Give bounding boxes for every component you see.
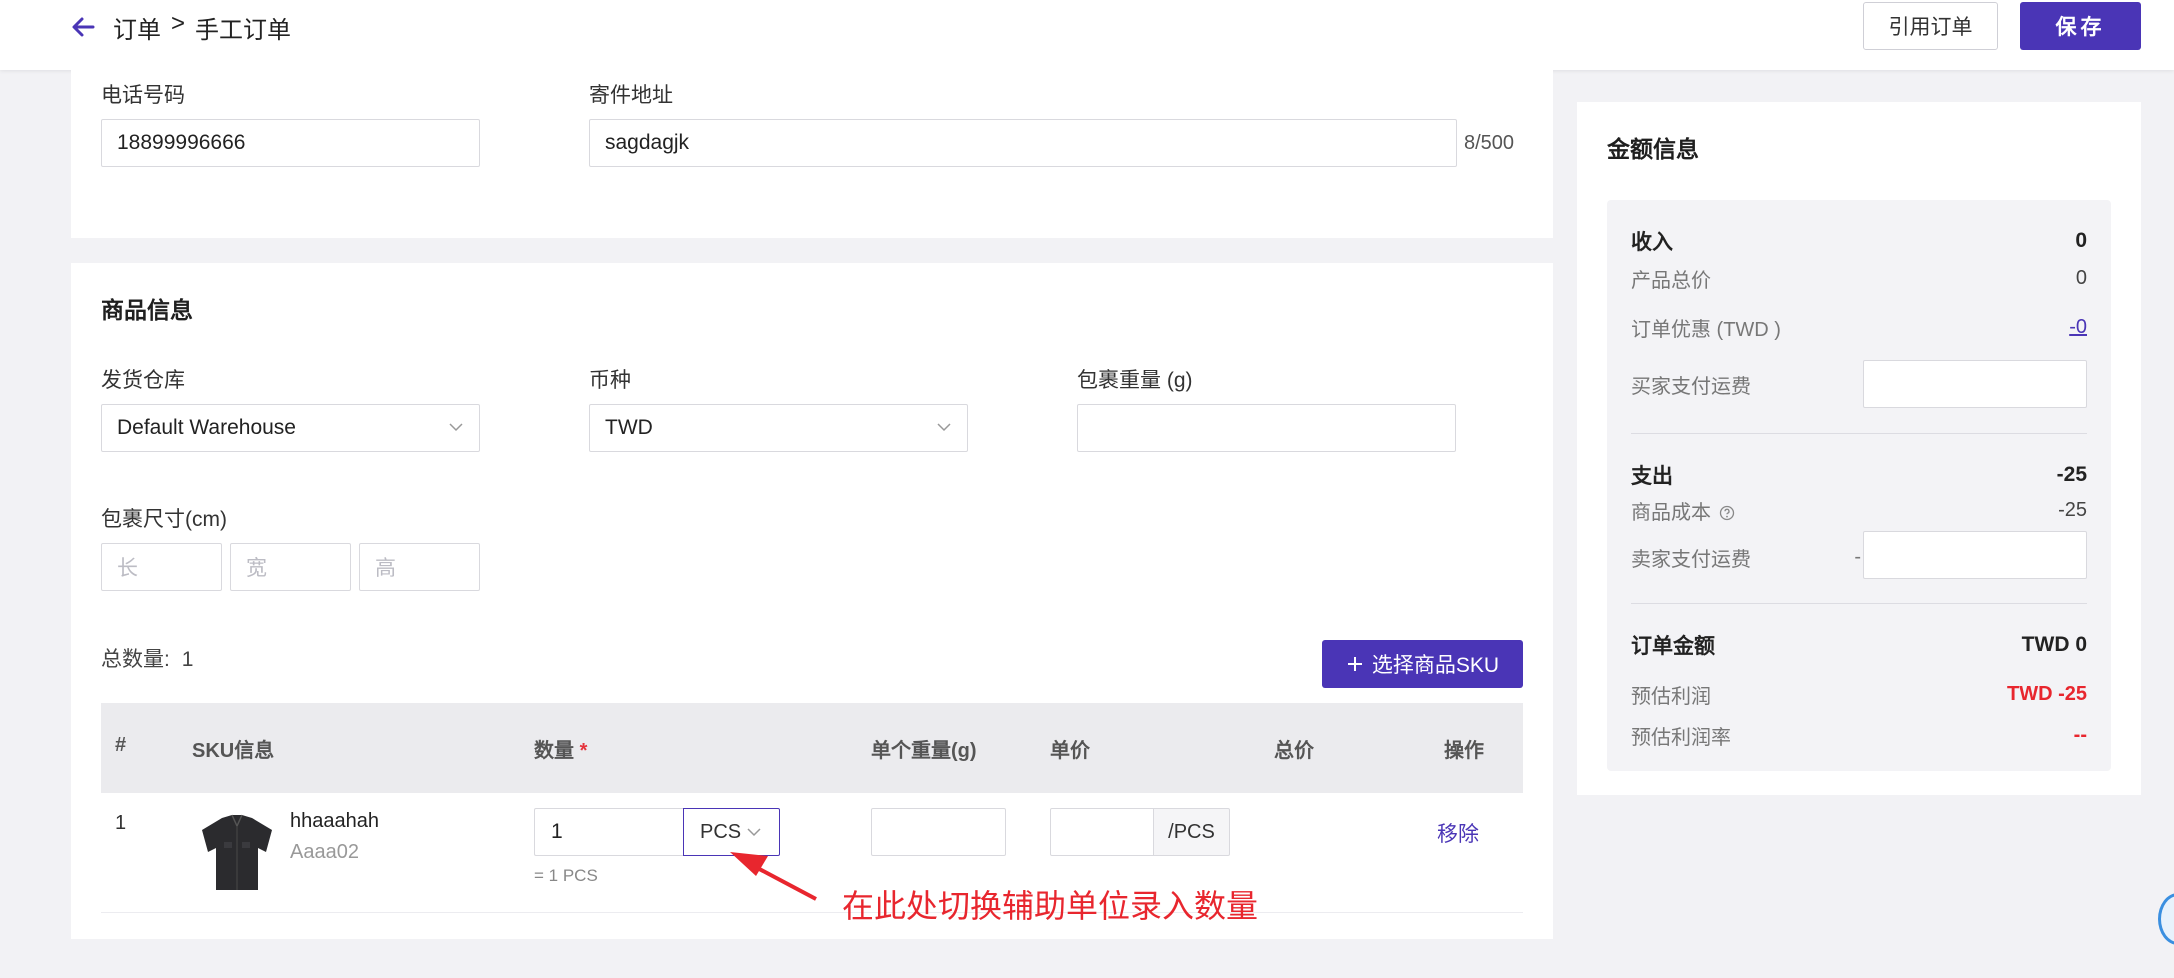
row-divider xyxy=(101,912,1523,913)
estimated-margin-value: -- xyxy=(2073,724,2087,746)
col-quantity: 数量 * xyxy=(534,734,587,763)
cost-value: -25 xyxy=(2058,499,2087,521)
package-weight-label: 包裹重量 (g) xyxy=(1077,369,1193,392)
total-quantity-value: 1 xyxy=(181,648,194,671)
address-input[interactable]: sagdagjk xyxy=(589,119,1457,167)
discount-value-link[interactable]: -0 xyxy=(2069,316,2087,339)
address-label: 寄件地址 xyxy=(589,84,673,107)
unit-price-input[interactable] xyxy=(1050,808,1154,856)
col-unit-weight: 单个重量(g) xyxy=(871,740,977,762)
discount-row: 订单优惠 (TWD ) -0 xyxy=(1631,313,2087,342)
save-button[interactable]: 保存 xyxy=(2020,2,2141,50)
income-value: 0 xyxy=(2075,229,2087,252)
phone-label: 电话号码 xyxy=(101,84,185,107)
unit-weight-input[interactable] xyxy=(871,808,1006,856)
estimated-profit-row: 预估利润 TWD -25 xyxy=(1631,680,2087,709)
warehouse-select[interactable]: Default Warehouse xyxy=(101,404,480,452)
expense-label: 支出 xyxy=(1631,465,1673,488)
address-char-counter: 8/500 xyxy=(1464,132,1515,154)
col-index: # xyxy=(115,734,127,756)
total-quantity-label: 总数量: xyxy=(101,648,170,671)
divider xyxy=(1631,603,2087,604)
col-sku-info: SKU信息 xyxy=(192,740,275,762)
currency-label: 币种 xyxy=(589,369,631,392)
quantity-input[interactable]: 1 xyxy=(534,808,684,856)
currency-select[interactable]: TWD xyxy=(589,404,968,452)
income-row: 收入 0 xyxy=(1631,226,2087,256)
goods-card xyxy=(71,263,1553,939)
sku-table-header: # SKU信息 数量 * 单个重量(g) 单价 总价 操作 xyxy=(101,703,1523,793)
cost-label: 商品成本 xyxy=(1631,502,1711,524)
seller-shipping-label: 卖家支付运费 xyxy=(1631,549,1751,571)
chevron-down-icon xyxy=(937,423,951,432)
chevron-down-icon xyxy=(747,828,761,837)
col-action: 操作 xyxy=(1444,740,1484,762)
col-total-price: 总价 xyxy=(1274,740,1314,762)
cost-label-wrap: 商品成本 xyxy=(1631,496,1735,525)
money-section-title: 金额信息 xyxy=(1607,136,1699,162)
product-name: hhaaahah xyxy=(290,810,379,832)
breadcrumb-manual-order: 手工订单 xyxy=(195,17,292,44)
remove-link[interactable]: 移除 xyxy=(1437,818,1479,848)
breadcrumb-orders[interactable]: 订单 xyxy=(113,10,161,45)
package-width-input[interactable]: 宽 xyxy=(230,543,351,591)
chevron-down-icon xyxy=(449,423,463,432)
product-thumbnail xyxy=(202,814,272,890)
currency-value: TWD xyxy=(605,416,653,439)
income-label: 收入 xyxy=(1631,231,1673,254)
plus-icon xyxy=(1347,657,1362,671)
price-unit-suffix: /PCS xyxy=(1153,808,1230,856)
expense-value: -25 xyxy=(2056,463,2087,486)
estimated-profit-label: 预估利润 xyxy=(1631,686,1711,708)
top-bar: 订单 > 手工订单 引用订单 保存 xyxy=(0,0,2174,70)
divider xyxy=(1631,433,2087,434)
breadcrumb: 订单 > 手工订单 xyxy=(113,10,291,45)
seller-shipping-prefix: - xyxy=(1854,546,1861,568)
seller-shipping-input[interactable] xyxy=(1863,531,2087,579)
discount-label: 订单优惠 (TWD ) xyxy=(1631,319,1781,341)
product-total-value: 0 xyxy=(2075,267,2087,289)
buyer-shipping-row: 买家支付运费 xyxy=(1631,370,1851,399)
total-quantity: 总数量: 1 xyxy=(101,643,193,673)
required-marker: * xyxy=(579,740,588,762)
unit-select[interactable]: PCS xyxy=(683,808,780,856)
package-height-input[interactable]: 高 xyxy=(359,543,480,591)
buyer-shipping-input[interactable] xyxy=(1863,360,2087,408)
package-size-label: 包裹尺寸(cm) xyxy=(101,508,227,531)
breadcrumb-separator: > xyxy=(171,10,186,37)
cost-row: 商品成本 -25 xyxy=(1631,496,2087,525)
quantity-hint: = 1 PCS xyxy=(534,866,598,885)
col-quantity-label: 数量 xyxy=(534,740,574,762)
warehouse-label: 发货仓库 xyxy=(101,369,185,392)
estimated-margin-row: 预估利润率 -- xyxy=(1631,721,2087,750)
product-total-label: 产品总价 xyxy=(1631,270,1711,292)
order-amount-label: 订单金额 xyxy=(1631,635,1715,658)
col-unit-price: 单价 xyxy=(1050,740,1090,762)
floating-help-widget[interactable] xyxy=(2158,893,2174,945)
reference-order-button[interactable]: 引用订单 xyxy=(1863,2,1998,50)
help-icon[interactable] xyxy=(1719,505,1735,521)
expense-row: 支出 -25 xyxy=(1631,460,2087,490)
phone-input[interactable]: 18899996666 xyxy=(101,119,480,167)
product-sku-code: Aaaa02 xyxy=(290,841,359,863)
package-length-input[interactable]: 长 xyxy=(101,543,222,591)
unit-value: PCS xyxy=(700,820,742,843)
select-sku-label: 选择商品SKU xyxy=(1371,654,1500,677)
goods-section-title: 商品信息 xyxy=(101,297,193,323)
order-amount-row: 订单金额 TWD 0 xyxy=(1631,630,2087,660)
estimated-margin-label: 预估利润率 xyxy=(1631,727,1731,749)
order-amount-value: TWD 0 xyxy=(2021,633,2087,656)
row-index: 1 xyxy=(115,812,127,834)
product-total-row: 产品总价 0 xyxy=(1631,264,2087,293)
estimated-profit-value: TWD -25 xyxy=(2007,683,2087,705)
buyer-shipping-label: 买家支付运费 xyxy=(1631,376,1751,398)
select-sku-button[interactable]: 选择商品SKU xyxy=(1322,640,1523,688)
seller-shipping-row: 卖家支付运费 - xyxy=(1631,543,1861,572)
package-weight-input[interactable] xyxy=(1077,404,1456,452)
back-arrow-icon[interactable] xyxy=(68,12,98,42)
warehouse-value: Default Warehouse xyxy=(117,416,296,439)
annotation-text: 在此处切换辅助单位录入数量 xyxy=(842,888,1259,924)
